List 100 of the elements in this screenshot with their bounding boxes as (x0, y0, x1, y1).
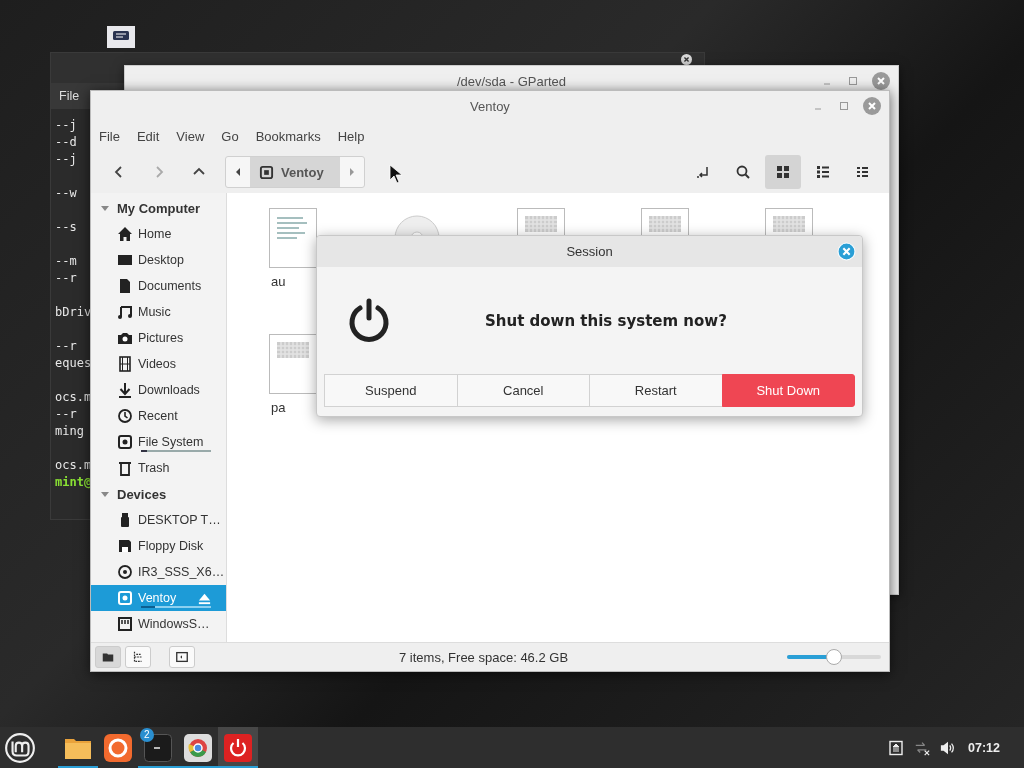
sidebar-label: Pictures (138, 331, 184, 345)
menu-item[interactable]: View (176, 128, 205, 144)
grid-icon (775, 164, 791, 180)
document-icon (117, 278, 133, 294)
terminal-line: --r (55, 406, 77, 423)
close-icon[interactable] (681, 54, 692, 65)
expander-icon[interactable] (100, 489, 110, 499)
terminal-line: --w (55, 185, 77, 202)
return-arrow-icon (695, 164, 711, 180)
menu-item[interactable]: Edit (136, 128, 160, 144)
volume-icon[interactable] (940, 739, 956, 756)
sidebar-icon (175, 650, 189, 664)
sidebar-item[interactable]: DESKTOP T… (91, 507, 226, 533)
film-icon (117, 356, 133, 372)
terminal-line: --s (55, 219, 77, 236)
list-icon (815, 164, 831, 180)
sidebar-item[interactable]: Trash (91, 455, 226, 481)
places-pane-button[interactable] (95, 646, 121, 668)
menu-item[interactable]: File (59, 89, 80, 103)
menu-item[interactable]: Go (221, 128, 239, 144)
disc-icon (117, 564, 133, 580)
sidebar-item[interactable]: Floppy Disk (91, 533, 226, 559)
drive-icon[interactable] (106, 25, 136, 49)
monitor-icon (117, 252, 133, 268)
power-app-button[interactable] (218, 727, 258, 768)
clock-icon (117, 408, 133, 424)
maximize-icon[interactable] (839, 101, 849, 111)
dialog-button[interactable]: Suspend (324, 374, 458, 407)
terminal-line: ming (55, 423, 84, 440)
menu-item[interactable]: Bookmarks (255, 128, 321, 144)
tree-pane-button[interactable] (125, 646, 151, 668)
section-title: Devices (117, 486, 167, 502)
sidebar-item[interactable]: WindowsS… (91, 611, 226, 637)
sidebar-item[interactable]: Home (91, 221, 226, 247)
terminal-line: eques (55, 355, 92, 372)
sidebar-item[interactable]: Documents (91, 273, 226, 299)
sidebar-label: Videos (138, 357, 176, 371)
clipboard-icon[interactable] (888, 739, 904, 756)
power-icon (347, 297, 391, 344)
sidebar-item[interactable]: Videos (91, 351, 226, 377)
terminal-line: --j (55, 117, 77, 134)
home-icon (117, 226, 133, 242)
shut-down-button[interactable]: Shut Down (721, 374, 855, 407)
status-text: 7 items, Free space: 46.2 GB (399, 649, 569, 665)
terminal-line: --m (55, 253, 77, 270)
expander-icon[interactable] (100, 203, 110, 213)
path-button[interactable]: Ventoy (250, 157, 340, 187)
window-title: Ventoy (470, 98, 510, 114)
sidebar-label: Documents (138, 279, 202, 293)
sidebar-item[interactable]: Downloads (91, 377, 226, 403)
terminal-app-button[interactable]: 2 (138, 727, 178, 768)
sidebar-item[interactable]: IR3_SSS_X6… (91, 559, 226, 585)
sidebar-item[interactable]: Music (91, 299, 226, 325)
sidebar-label: Trash (138, 461, 170, 475)
browser-icon (104, 733, 132, 762)
section-title: My Computer (117, 200, 201, 216)
clock[interactable]: 07:12 (968, 740, 1000, 755)
sidebar-item[interactable]: Desktop (91, 247, 226, 273)
sidebar-toggle-button[interactable] (169, 646, 195, 668)
sidebar-label: Floppy Disk (138, 539, 204, 553)
dialog-button[interactable]: Cancel (456, 374, 590, 407)
sidebar-label: Ventoy (138, 591, 177, 605)
window-title: /dev/sda - GParted (456, 73, 567, 89)
sidebar-label: Recent (138, 409, 178, 423)
music-note-icon (117, 304, 133, 320)
menu-icon[interactable] (4, 731, 36, 764)
zoom-slider[interactable] (787, 649, 881, 665)
prompt-text: mint@ (55, 474, 92, 491)
dialog-button[interactable]: Restart (589, 374, 723, 407)
chromium-icon (184, 733, 212, 762)
compact-list-icon (855, 164, 871, 180)
menu-item[interactable]: Help (337, 128, 365, 144)
sidebar-label: Music (138, 305, 171, 319)
trash-icon (117, 460, 133, 476)
sidebar-label: File System (138, 435, 204, 449)
slider-thumb[interactable] (826, 649, 842, 665)
terminal-line: --r (55, 338, 77, 355)
tree-icon (131, 650, 145, 664)
sidebar-label: Downloads (138, 383, 200, 397)
left-triangle-icon (234, 167, 242, 177)
sidebar-item[interactable]: File System (91, 429, 226, 455)
terminal-line: bDriv (55, 304, 92, 321)
dialog-message: Shut down this system now? (485, 311, 727, 330)
terminal-line: --j (55, 151, 77, 168)
floppy-icon (117, 538, 133, 554)
dialog-title: Session (566, 244, 613, 259)
menu-item[interactable]: File (99, 128, 120, 144)
sidebar-item[interactable]: Recent (91, 403, 226, 429)
sidebar-label: DESKTOP T… (138, 513, 221, 527)
network-off-icon[interactable] (914, 739, 930, 756)
camera-icon (117, 330, 133, 346)
icon-view-button[interactable] (765, 155, 801, 189)
sidebar-label: Desktop (138, 253, 184, 267)
sidebar-item[interactable]: Pictures (91, 325, 226, 351)
download-icon (117, 382, 133, 398)
sidebar-label: IR3_SSS_X6… (138, 565, 225, 579)
power-icon (224, 733, 252, 762)
file-name: pa (271, 400, 286, 415)
maximize-icon[interactable] (848, 76, 858, 86)
sidebar-label: WindowsS… (138, 617, 210, 631)
